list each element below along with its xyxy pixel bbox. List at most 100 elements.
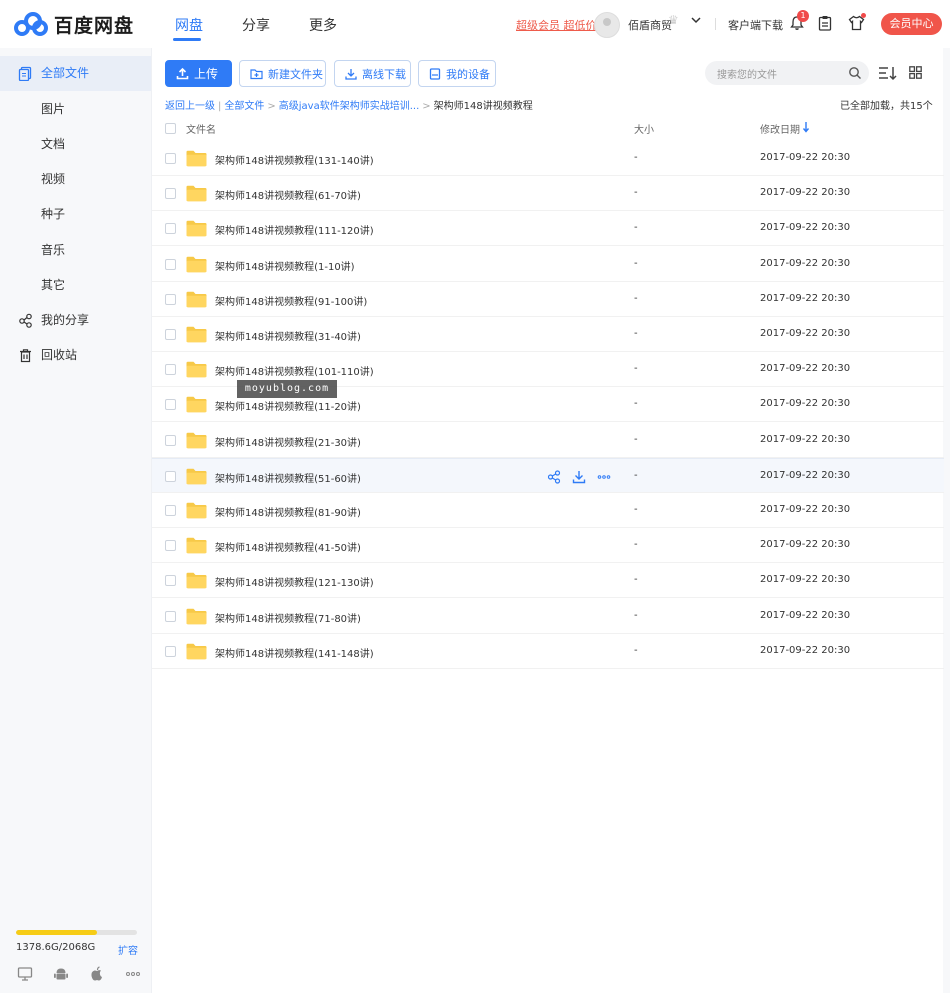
sidebar-item-label: 我的分享 xyxy=(41,313,90,327)
breadcrumb-root[interactable]: 全部文件 xyxy=(224,101,264,112)
file-name[interactable]: 架构师148讲视频教程(31-40讲) xyxy=(215,328,361,343)
more-options-icon[interactable] xyxy=(597,470,611,484)
file-date: 2017-09-22 20:30 xyxy=(760,292,851,304)
folder-icon xyxy=(186,326,207,343)
row-checkbox[interactable] xyxy=(165,575,176,587)
sidebar-item-videos[interactable]: 视频 xyxy=(0,162,151,197)
sidebar-item-all-files[interactable]: 全部文件 xyxy=(0,56,151,91)
column-header-size[interactable]: 大小 xyxy=(634,121,654,136)
row-checkbox[interactable] xyxy=(165,505,176,516)
tab-wangpan[interactable]: 网盘 xyxy=(175,15,203,35)
sidebar-item-images[interactable]: 图片 xyxy=(0,92,151,127)
table-row[interactable]: 架构师148讲视频教程(41-50讲) - 2017-09-22 20:30 xyxy=(152,528,944,564)
file-name[interactable]: 架构师148讲视频教程(11-20讲) xyxy=(215,398,361,413)
file-name[interactable]: 架构师148讲视频教程(121-130讲) xyxy=(215,574,374,589)
table-row[interactable]: 架构师148讲视频教程(111-120讲) - 2017-09-22 20:30 xyxy=(152,211,944,247)
upload-label: 上传 xyxy=(194,67,219,81)
new-skin-dot xyxy=(861,13,866,18)
download-icon xyxy=(345,68,357,80)
row-checkbox[interactable] xyxy=(165,434,176,446)
row-checkbox[interactable] xyxy=(165,470,176,482)
file-name[interactable]: 架构师148讲视频教程(21-30讲) xyxy=(215,434,361,449)
file-name[interactable]: 架构师148讲视频教程(1-10讲) xyxy=(215,258,355,273)
logo[interactable]: 百度网盘 xyxy=(14,11,134,38)
select-all-checkbox[interactable] xyxy=(165,123,176,134)
file-name[interactable]: 架构师148讲视频教程(141-148讲) xyxy=(215,645,374,660)
column-header-date[interactable]: 修改日期 xyxy=(760,121,800,136)
tab-share[interactable]: 分享 xyxy=(242,15,270,35)
search-input[interactable]: 搜索您的文件 xyxy=(705,61,869,85)
file-name[interactable]: 架构师148讲视频教程(111-120讲) xyxy=(215,222,374,237)
username[interactable]: 佰盾商贸 xyxy=(628,17,672,33)
sort-desc-arrow-icon[interactable] xyxy=(802,121,810,133)
vip-promo-link[interactable]: 超级会员 超低价 xyxy=(516,17,597,33)
sidebar-item-torrents[interactable]: 种子 xyxy=(0,197,151,232)
row-checkbox[interactable] xyxy=(165,258,176,270)
clipboard-icon[interactable] xyxy=(818,15,832,31)
client-download-link[interactable]: 客户端下载 xyxy=(728,17,783,33)
chevron-down-icon[interactable] xyxy=(691,15,701,25)
expand-storage-link[interactable]: 扩容 xyxy=(118,942,138,957)
download-icon[interactable] xyxy=(572,470,586,484)
file-name[interactable]: 架构师148讲视频教程(41-50讲) xyxy=(215,539,361,554)
folder-icon xyxy=(186,185,207,202)
member-center-button[interactable]: 会员中心 xyxy=(881,13,942,35)
more-icon[interactable] xyxy=(125,966,141,982)
breadcrumb-parent[interactable]: 高级java软件架构师实战培训... xyxy=(279,101,420,112)
upload-button[interactable]: 上传 xyxy=(165,60,232,87)
file-name[interactable]: 架构师148讲视频教程(131-140讲) xyxy=(215,152,374,167)
file-name[interactable]: 架构师148讲视频教程(71-80讲) xyxy=(215,610,361,625)
sidebar-item-other[interactable]: 其它 xyxy=(0,268,151,303)
tab-more[interactable]: 更多 xyxy=(309,15,337,35)
search-icon[interactable] xyxy=(848,66,862,80)
folder-icon xyxy=(186,432,207,448)
file-name[interactable]: 架构师148讲视频教程(101-110讲) xyxy=(215,363,374,378)
sort-list-icon[interactable] xyxy=(878,65,898,81)
table-row[interactable]: 架构师148讲视频教程(121-130讲) - 2017-09-22 20:30 xyxy=(152,563,944,599)
file-name[interactable]: 架构师148讲视频教程(51-60讲) xyxy=(215,470,361,485)
row-checkbox[interactable] xyxy=(165,364,176,376)
table-row[interactable]: 架构师148讲视频教程(81-90讲) - 2017-09-22 20:30 xyxy=(152,493,944,528)
table-row[interactable]: 架构师148讲视频教程(51-60讲) - 2017-09-22 20:30 xyxy=(152,457,944,493)
file-panel: 上传 新建文件夹 离线下载 我的设备 搜索您的文件 返回上一级 | 全部文件 > 高级j… xyxy=(151,48,944,993)
breadcrumb-back[interactable]: 返回上一级 xyxy=(165,101,215,112)
avatar[interactable] xyxy=(594,12,620,38)
column-header-name[interactable]: 文件名 xyxy=(186,121,216,136)
watermark-text: moyublog.com xyxy=(237,380,337,398)
desktop-icon[interactable] xyxy=(17,966,33,982)
sidebar-item-recycle-bin[interactable]: 回收站 xyxy=(0,338,151,373)
row-checkbox[interactable] xyxy=(165,645,176,657)
file-name[interactable]: 架构师148讲视频教程(61-70讲) xyxy=(215,187,361,202)
apple-icon[interactable] xyxy=(89,966,105,982)
sidebar-item-my-share[interactable]: 我的分享 xyxy=(0,303,151,338)
offline-download-button[interactable]: 离线下载 xyxy=(334,60,411,87)
grid-view-icon[interactable] xyxy=(909,66,922,79)
table-row[interactable]: 架构师148讲视频教程(91-100讲) - 2017-09-22 20:30 xyxy=(152,282,944,317)
row-checkbox[interactable] xyxy=(165,540,176,552)
row-checkbox[interactable] xyxy=(165,188,176,200)
table-row[interactable]: 架构师148讲视频教程(61-70讲) - 2017-09-22 20:30 xyxy=(152,176,944,212)
row-checkbox[interactable] xyxy=(165,399,176,411)
file-size: - xyxy=(634,292,638,304)
file-size: - xyxy=(634,609,638,621)
row-checkbox[interactable] xyxy=(165,329,176,340)
new-folder-button[interactable]: 新建文件夹 xyxy=(239,60,326,87)
table-row[interactable]: 架构师148讲视频教程(21-30讲) - 2017-09-22 20:30 xyxy=(152,423,944,458)
table-row[interactable]: 架构师148讲视频教程(131-140讲) - 2017-09-22 20:30 xyxy=(152,141,944,176)
table-row[interactable]: 架构师148讲视频教程(31-40讲) - 2017-09-22 20:30 xyxy=(152,317,944,352)
table-row[interactable]: 架构师148讲视频教程(1-10讲) - 2017-09-22 20:30 xyxy=(152,247,944,282)
my-devices-button[interactable]: 我的设备 xyxy=(418,60,496,87)
table-row[interactable]: 架构师148讲视频教程(71-80讲) - 2017-09-22 20:30 xyxy=(152,599,944,634)
android-icon[interactable] xyxy=(53,966,69,982)
row-checkbox[interactable] xyxy=(165,293,176,305)
row-checkbox[interactable] xyxy=(165,223,176,235)
file-size: - xyxy=(634,187,638,199)
file-name[interactable]: 架构师148讲视频教程(91-100讲) xyxy=(215,293,367,308)
share-icon[interactable] xyxy=(547,470,561,484)
row-checkbox[interactable] xyxy=(165,610,176,622)
sidebar-item-documents[interactable]: 文档 xyxy=(0,127,151,162)
row-checkbox[interactable] xyxy=(165,153,176,164)
sidebar-item-music[interactable]: 音乐 xyxy=(0,233,151,268)
file-name[interactable]: 架构师148讲视频教程(81-90讲) xyxy=(215,504,361,519)
table-row[interactable]: 架构师148讲视频教程(141-148讲) - 2017-09-22 20:30 xyxy=(152,634,944,669)
